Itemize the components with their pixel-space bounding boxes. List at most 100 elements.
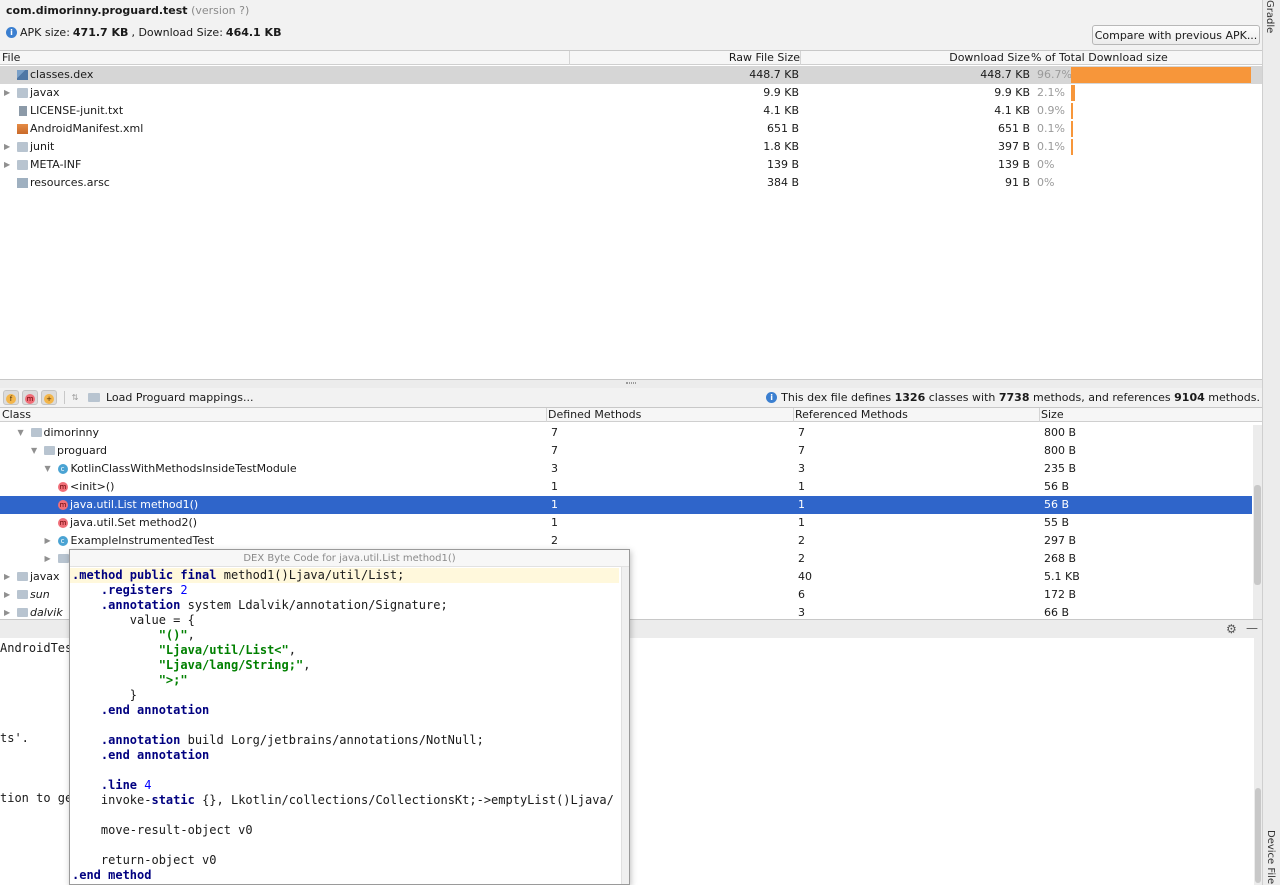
referenced-methods: 1 — [798, 480, 805, 493]
class-table-scrollbar[interactable] — [1253, 425, 1262, 620]
code-token: build Lorg/jetbrains/annotations/NotNull… — [187, 733, 484, 747]
code-line: } — [72, 688, 137, 703]
bytecode-listing[interactable]: .method public final method1()Ljava/util… — [70, 567, 621, 884]
classes-count: 1326 — [894, 391, 926, 404]
file-row[interactable]: AndroidManifest.xml 651 B 651 B 0.1% — [0, 120, 1262, 138]
method-icon: m — [58, 482, 68, 492]
file-row[interactable]: LICENSE-junit.txt 4.1 KB 4.1 KB 0.9% — [0, 102, 1262, 120]
code-token: ">;" — [72, 673, 188, 687]
text-file-icon — [19, 106, 27, 116]
expand-arrow-icon[interactable]: ▶ — [4, 138, 10, 156]
file-row[interactable]: ▶ META-INF 139 B 139 B 0% — [0, 156, 1262, 174]
column-defined-methods[interactable]: Defined Methods — [548, 408, 641, 422]
file-row[interactable]: classes.dex 448.7 KB 448.7 KB 96.7% — [0, 66, 1262, 84]
gear-icon[interactable]: ⚙ — [1226, 622, 1237, 636]
class-row[interactable]: ▼ proguard 7 7 800 B — [0, 442, 1252, 460]
scrollbar-thumb[interactable] — [1255, 788, 1261, 883]
column-divider[interactable] — [800, 51, 801, 65]
class-name: proguard — [57, 444, 107, 457]
code-token: 2 — [180, 583, 188, 597]
column-divider[interactable] — [793, 408, 794, 422]
gradle-tool-tab[interactable]: Gradle — [1264, 0, 1275, 33]
info-icon: i — [6, 27, 17, 38]
column-divider[interactable] — [1039, 408, 1040, 422]
percent-of-total: 2.1% — [1037, 86, 1065, 99]
percent-of-total: 96.7% — [1037, 68, 1072, 81]
defined-methods: 1 — [551, 498, 558, 511]
size: 800 B — [1044, 426, 1077, 439]
column-percent-total[interactable]: % of Total Download size — [1031, 51, 1168, 65]
popup-scrollbar[interactable] — [621, 567, 629, 884]
expand-arrow-icon[interactable]: ▼ — [31, 442, 37, 460]
console-scrollbar[interactable] — [1254, 638, 1262, 885]
column-size[interactable]: Size — [1041, 408, 1064, 422]
expand-arrow-icon[interactable]: ▶ — [45, 532, 51, 550]
code-token: return-object v0 — [72, 853, 217, 867]
file-row[interactable]: ▶ junit 1.8 KB 397 B 0.1% — [0, 138, 1262, 156]
package-name: com.dimorinny.proguard.test — [6, 4, 188, 17]
expand-arrow-icon[interactable]: ▶ — [4, 84, 10, 102]
method-icon: m — [58, 500, 68, 510]
code-line: value = { — [72, 613, 195, 628]
dex-bytecode-popup[interactable]: DEX Byte Code for java.util.List method1… — [69, 549, 630, 885]
expand-arrow-icon[interactable]: ▶ — [4, 156, 10, 174]
apk-header: com.dimorinny.proguard.test (version ?) … — [0, 0, 1262, 50]
show-fields-toggle[interactable]: f — [3, 390, 19, 405]
class-row[interactable]: ▶ c ExampleInstrumentedTest 2 2 297 B — [0, 532, 1252, 550]
code-line: .end annotation — [72, 748, 209, 763]
class-row[interactable]: m java.util.Set method2() 1 1 55 B — [0, 514, 1252, 532]
column-raw-size[interactable]: Raw File Size — [729, 51, 800, 65]
panel-splitter[interactable] — [0, 380, 1262, 388]
code-token: method1()Ljava/util/List; — [223, 568, 405, 582]
expand-arrow-icon[interactable]: ▶ — [4, 586, 10, 604]
code-line: .line 4 — [72, 778, 152, 793]
compare-apk-button[interactable]: Compare with previous APK... — [1092, 25, 1260, 45]
download-size: 651 B — [997, 122, 1030, 135]
referenced-methods: 1 — [798, 516, 805, 529]
expand-arrow-icon[interactable]: ▼ — [45, 460, 51, 478]
scrollbar-thumb[interactable] — [1254, 485, 1261, 585]
column-divider[interactable] — [569, 51, 570, 65]
minimize-icon[interactable]: — — [1246, 621, 1258, 635]
size-summary: i APK size: 471.7 KB, Download Size: 464… — [6, 26, 281, 39]
expand-arrow-icon[interactable]: ▼ — [18, 424, 24, 442]
class-row[interactable]: ▼ c KotlinClassWithMethodsInsideTestModule… — [0, 460, 1252, 478]
column-download-size[interactable]: Download Size — [949, 51, 1030, 65]
download-size-label: , Download Size: — [131, 26, 223, 39]
expand-arrow-icon[interactable]: ▶ — [45, 550, 51, 568]
percent-of-total: 0.9% — [1037, 104, 1065, 117]
size: 5.1 KB — [1044, 570, 1080, 583]
load-proguard-mappings-button[interactable]: Load Proguard mappings... — [88, 390, 254, 405]
splitter-grip[interactable] — [626, 382, 636, 384]
show-referenced-toggle[interactable]: + — [41, 390, 57, 405]
sort-icon[interactable]: ⇅ — [67, 390, 83, 405]
column-class[interactable]: Class — [2, 408, 31, 422]
class-name: sun — [30, 588, 50, 601]
code-line: .registers 2 — [72, 583, 188, 598]
referenced-methods: 2 — [798, 552, 805, 565]
device-file-tool-tab[interactable]: Device File — [1265, 830, 1276, 884]
code-line: ">;" — [72, 673, 188, 688]
class-row[interactable]: ▼ dimorinny 7 7 800 B — [0, 424, 1252, 442]
size: 800 B — [1044, 444, 1077, 457]
column-referenced-methods[interactable]: Referenced Methods — [795, 408, 908, 422]
class-icon: c — [57, 464, 68, 474]
show-methods-toggle[interactable]: m — [22, 390, 38, 405]
defined-methods: 7 — [551, 444, 558, 457]
class-row[interactable]: m java.util.List method1() 1 1 56 B — [0, 496, 1252, 514]
xml-file-icon — [17, 124, 28, 134]
expand-arrow-icon[interactable]: ▶ — [4, 568, 10, 586]
file-name: LICENSE-junit.txt — [30, 104, 124, 117]
class-row[interactable]: m <init>() 1 1 56 B — [0, 478, 1252, 496]
summary-text: classes with — [925, 391, 999, 404]
file-row[interactable]: resources.arsc 384 B 91 B 0% — [0, 174, 1262, 192]
code-token: .method public final — [72, 568, 224, 582]
raw-file-size: 4.1 KB — [763, 104, 799, 117]
column-divider[interactable] — [546, 408, 547, 422]
referenced-methods: 7 — [798, 444, 805, 457]
file-row[interactable]: ▶ javax 9.9 KB 9.9 KB 2.1% — [0, 84, 1262, 102]
package-icon — [17, 572, 28, 581]
code-token: .annotation — [72, 598, 188, 612]
column-file[interactable]: File — [2, 51, 20, 65]
code-token: .annotation — [72, 733, 188, 747]
